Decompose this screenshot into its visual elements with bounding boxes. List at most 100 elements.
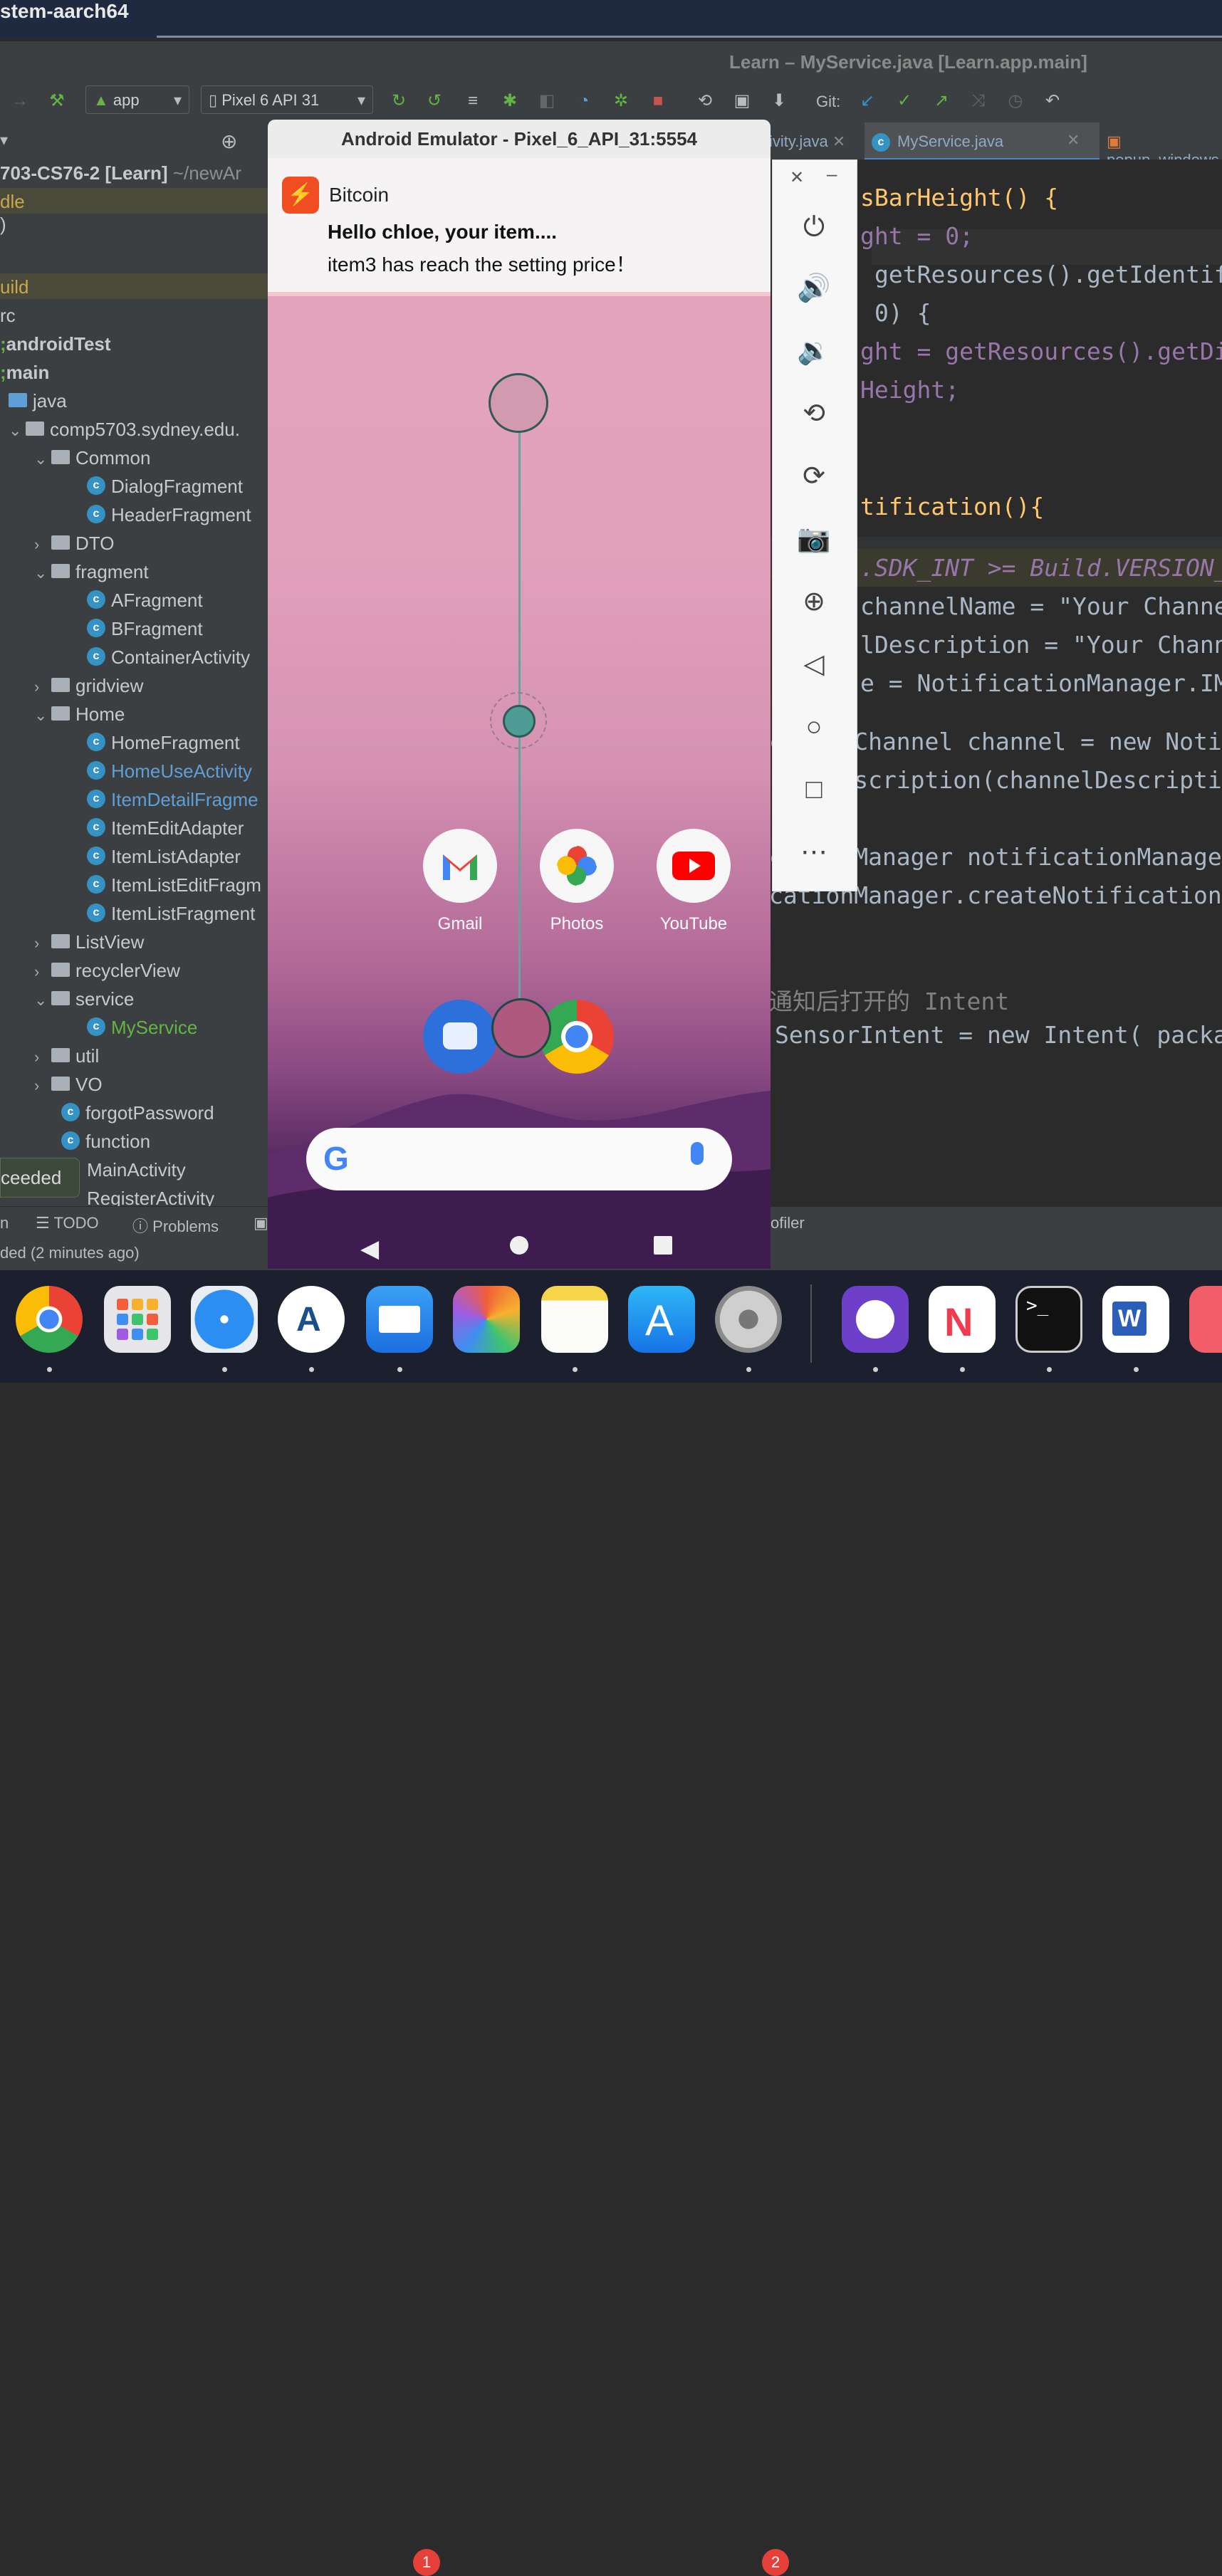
- notification-card[interactable]: ⚡ Bitcoin Hello chloe, your item.... ite…: [268, 158, 771, 296]
- profile-icon[interactable]: ◔: [574, 91, 594, 111]
- close-icon[interactable]: ✕: [790, 167, 804, 188]
- tree-item-dle[interactable]: dle: [0, 191, 25, 213]
- dock-word[interactable]: W: [1102, 1286, 1169, 1353]
- dock-notes[interactable]: [541, 1286, 608, 1353]
- dock-partial-app[interactable]: [1189, 1286, 1222, 1353]
- tree-item-containeractivity[interactable]: c ContainerActivity: [87, 646, 250, 669]
- git-history-icon[interactable]: ◷: [1006, 91, 1025, 111]
- locate-icon[interactable]: ⊕: [221, 130, 237, 153]
- volume-down-icon[interactable]: 🔉: [793, 330, 835, 372]
- tree-item-java[interactable]: java: [9, 390, 67, 412]
- apply-changes-icon[interactable]: ↻: [389, 91, 409, 111]
- tree-item-dialogfragment[interactable]: c DialogFragment: [87, 476, 243, 498]
- chrome-app[interactable]: [540, 1000, 614, 1074]
- close-icon[interactable]: ✕: [1067, 131, 1080, 150]
- tree-item-forgotpassword[interactable]: c forgotPassword: [61, 1102, 214, 1124]
- tree-item-myservice[interactable]: c MyService: [87, 1017, 197, 1039]
- photos-app[interactable]: [540, 829, 614, 903]
- back-icon[interactable]: ◁: [793, 643, 835, 686]
- close-icon[interactable]: ✕: [832, 132, 845, 150]
- tree-item-registeractivity[interactable]: RegisterActivity: [87, 1188, 214, 1206]
- tree-item-homeuseactivity[interactable]: c HomeUseActivity: [87, 760, 252, 782]
- dock-photos[interactable]: [453, 1286, 520, 1353]
- camera-icon[interactable]: 📷: [793, 518, 835, 560]
- dock-news[interactable]: N: [929, 1286, 996, 1353]
- tree-item-package[interactable]: ⌄ comp5703.sydney.edu.: [9, 419, 240, 441]
- power-icon[interactable]: ⏻: [793, 206, 835, 248]
- tree-item-service[interactable]: ⌄ service: [34, 988, 134, 1010]
- dock-github-desktop[interactable]: [842, 1286, 909, 1353]
- tree-item-itemeditadapter[interactable]: c ItemEditAdapter: [87, 817, 244, 839]
- tree-item-home[interactable]: ⌄ Home: [34, 703, 125, 726]
- sync-gradle-icon[interactable]: ⟲: [695, 91, 715, 111]
- gmail-app[interactable]: [423, 829, 497, 903]
- run-config-select[interactable]: ▲ app ▾: [85, 85, 189, 114]
- tree-item-itemlistadapter[interactable]: c ItemListAdapter: [87, 846, 241, 868]
- tree-item-src[interactable]: rc: [0, 305, 16, 327]
- dock-mail[interactable]: [366, 1286, 433, 1353]
- stop-icon[interactable]: ■: [648, 91, 668, 111]
- nav-overview-icon[interactable]: [654, 1236, 672, 1255]
- tab-myservice[interactable]: c MyService.java ✕: [865, 122, 1100, 161]
- device-select[interactable]: ▯ Pixel 6 API 31 ▾: [201, 85, 373, 114]
- project-header[interactable]: 703-CS76-2 [Learn] ~/newAr: [0, 162, 241, 184]
- home-icon[interactable]: ○: [793, 706, 835, 748]
- logcat-icon[interactable]: ≡: [463, 91, 483, 111]
- tree-item-function[interactable]: c function: [61, 1131, 150, 1153]
- phone-screen[interactable]: ⚡ Bitcoin Hello chloe, your item.... ite…: [268, 158, 771, 1269]
- tree-item-homefragment[interactable]: c HomeFragment: [87, 732, 240, 754]
- tree-item-bfragment[interactable]: c BFragment: [87, 618, 203, 640]
- git-merge-icon[interactable]: ⤨: [968, 91, 988, 111]
- sdk-manager-icon[interactable]: ⬇: [769, 91, 789, 111]
- tree-item-headerfragment[interactable]: c HeaderFragment: [87, 504, 251, 526]
- tree-item-listview[interactable]: › ListView: [34, 931, 144, 953]
- zoom-icon[interactable]: ⊕: [793, 580, 835, 623]
- tree-item-dto[interactable]: › DTO: [34, 533, 114, 555]
- debug-icon[interactable]: ✱: [500, 91, 520, 111]
- coverage-icon[interactable]: ◧: [537, 91, 557, 111]
- dock-chrome[interactable]: [16, 1286, 83, 1353]
- tree-item-vo[interactable]: › VO: [34, 1074, 103, 1096]
- mic-icon[interactable]: [691, 1142, 704, 1165]
- google-search-bar[interactable]: G: [306, 1128, 732, 1190]
- rotate-left-icon[interactable]: ⟲: [793, 392, 835, 435]
- tree-item-build[interactable]: uild: [0, 276, 28, 298]
- attach-debugger-icon[interactable]: ✲: [611, 91, 631, 111]
- todo-tab[interactable]: ☰ TODO: [36, 1214, 99, 1232]
- pane-chevron-icon[interactable]: ▾: [0, 131, 8, 150]
- problems-tab[interactable]: ⓘ Problems: [132, 1214, 219, 1237]
- messages-app[interactable]: [423, 1000, 497, 1074]
- dock-safari[interactable]: [191, 1286, 258, 1353]
- nav-back-icon[interactable]: ◀: [360, 1235, 379, 1263]
- tree-item-afragment[interactable]: c AFragment: [87, 590, 203, 612]
- dock-app-store[interactable]: A: [628, 1286, 695, 1353]
- tab-activity[interactable]: ivity.java ✕: [769, 132, 845, 151]
- tree-item-common[interactable]: ⌄ Common: [34, 447, 150, 469]
- tree-item-itemlistfragment[interactable]: c ItemListFragment: [87, 903, 255, 925]
- tree-item-itemlisteditfragment[interactable]: c ItemListEditFragm: [87, 874, 261, 896]
- rotate-right-icon[interactable]: ⟳: [793, 455, 835, 498]
- nav-home-icon[interactable]: [510, 1236, 528, 1255]
- dock-system-preferences[interactable]: [715, 1286, 782, 1353]
- terminal-icon[interactable]: ▣: [254, 1214, 268, 1232]
- git-update-icon[interactable]: ↙: [857, 91, 877, 111]
- tree-item-fragment[interactable]: ⌄ fragment: [34, 561, 149, 583]
- git-rollback-icon[interactable]: ↶: [1043, 91, 1062, 111]
- hammer-build-icon[interactable]: ⚒: [47, 91, 67, 111]
- avd-manager-icon[interactable]: ▣: [732, 91, 752, 111]
- tree-item-util[interactable]: › util: [34, 1045, 99, 1067]
- apply-code-changes-icon[interactable]: ↺: [424, 91, 444, 111]
- tree-item-mainactivity[interactable]: MainActivity: [87, 1159, 186, 1181]
- dock-terminal[interactable]: >_: [1015, 1286, 1082, 1353]
- forward-arrow-icon[interactable]: →: [10, 91, 30, 111]
- tree-item-androidtest[interactable]: ;androidTest: [0, 333, 111, 355]
- profiler-tab[interactable]: ofiler: [771, 1214, 805, 1232]
- dock-android-studio[interactable]: A: [278, 1286, 345, 1353]
- overview-icon[interactable]: □: [793, 768, 835, 811]
- tree-item-main[interactable]: ;main: [0, 362, 49, 384]
- minimize-icon[interactable]: –: [827, 163, 837, 185]
- youtube-app[interactable]: [657, 829, 731, 903]
- tree-item-gridview[interactable]: › gridview: [34, 675, 143, 697]
- git-commit-icon[interactable]: ✓: [894, 91, 914, 111]
- tree-item-paren[interactable]: ): [0, 214, 6, 236]
